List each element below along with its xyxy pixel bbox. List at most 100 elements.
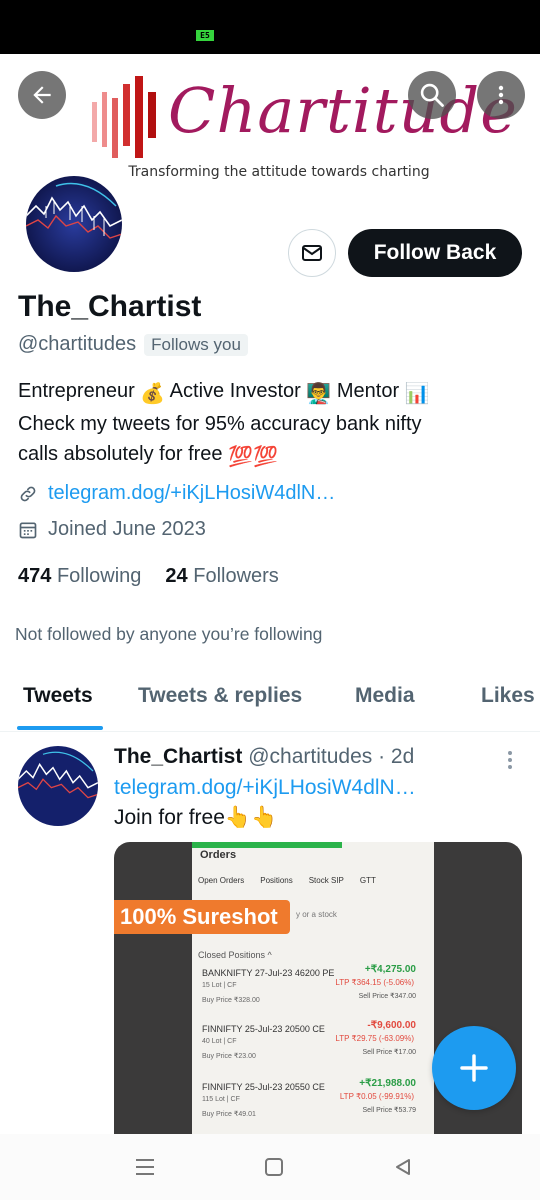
position-ltp: LTP ₹0.05 (-99.91%) <box>339 1092 414 1101</box>
home-button[interactable] <box>259 1154 289 1180</box>
tab-tweets-replies[interactable]: Tweets & replies <box>138 684 302 708</box>
position-lots: 115 Lot | CF <box>202 1096 240 1103</box>
position-pnl: +₹4,275.00 <box>364 964 416 975</box>
bar-chart-icon: 📊 <box>404 383 430 405</box>
tweet-author-name[interactable]: The_Chartist <box>114 745 242 768</box>
system-nav-bar <box>0 1134 540 1200</box>
position-buy-price: Buy Price ₹49.01 <box>202 1111 256 1118</box>
tweet-link[interactable]: telegram.dog/+iKjLHosiW4dlN… <box>114 776 416 800</box>
orders-tab: GTT <box>359 876 376 885</box>
triangle-back-icon <box>396 1159 410 1175</box>
money-bag-icon: 💰 <box>140 383 166 405</box>
position-row: BANKNIFTY 27-Jul-23 46200 PE +₹4,275.00 … <box>202 964 422 1016</box>
position-lots: 15 Lot | CF <box>202 982 237 989</box>
closed-positions-heading: Closed Positions ^ <box>198 950 272 960</box>
joined-row: Joined June 2023 <box>18 518 206 541</box>
square-icon <box>265 1158 283 1176</box>
tab-media[interactable]: Media <box>355 684 415 708</box>
tab-likes[interactable]: Likes <box>481 684 535 708</box>
chart-avatar-image <box>26 176 122 272</box>
positions-screenshot: Orders Open Orders Positions Stock SIP G… <box>192 842 434 1134</box>
stock-search-hint: y or a stock <box>296 910 337 919</box>
not-followed-notice: Not followed by anyone you’re following <box>15 624 323 644</box>
joined-date: Joined June 2023 <box>48 518 206 540</box>
position-sell-price: Sell Price ₹53.79 <box>362 1107 416 1114</box>
position-name: BANKNIFTY 27-Jul-23 46200 PE <box>202 968 335 978</box>
position-pnl: +₹21,988.00 <box>359 1078 416 1089</box>
compose-tweet-button[interactable] <box>432 1026 516 1110</box>
mail-icon <box>302 245 322 261</box>
position-ltp: LTP ₹29.75 (-63.09%) <box>335 1034 414 1043</box>
position-buy-price: Buy Price ₹328.00 <box>202 997 260 1004</box>
search-icon <box>420 83 444 107</box>
tweet-text: Join for free👆👆 <box>114 806 277 830</box>
status-bar: E5 <box>0 0 540 54</box>
orders-tab: Stock SIP <box>308 876 344 885</box>
tweet-header: The_Chartist @chartitudes · 2d <box>114 745 414 769</box>
chart-avatar-image <box>18 746 98 826</box>
tweet-text-body: Join for free <box>114 806 225 829</box>
orders-tabs: Open Orders Positions Stock SIP GTT <box>198 876 376 885</box>
bio-line-3: calls absolutely for free <box>18 443 223 465</box>
tab-tweets[interactable]: Tweets <box>23 684 93 708</box>
search-button[interactable] <box>408 71 456 119</box>
teacher-icon: 👨‍🏫 <box>306 383 332 405</box>
profile-link[interactable]: telegram.dog/+iKjLHosiW4dlN… <box>48 482 335 505</box>
back-button[interactable] <box>18 71 66 119</box>
following-count: 474 <box>18 565 52 587</box>
followers-link[interactable]: 24 Followers <box>165 565 278 588</box>
arrow-left-icon <box>33 86 51 104</box>
tweet-avatar[interactable] <box>18 746 98 826</box>
recent-apps-button[interactable] <box>130 1154 160 1180</box>
plus-icon <box>460 1054 488 1082</box>
more-vertical-icon <box>498 85 504 105</box>
position-buy-price: Buy Price ₹23.00 <box>202 1053 256 1060</box>
bio-mentor: Mentor <box>336 380 400 402</box>
profile-display-name: The_Chartist <box>18 290 202 323</box>
calendar-icon <box>19 522 37 538</box>
profile-avatar[interactable] <box>22 172 126 276</box>
orders-title: Orders <box>200 849 237 861</box>
orders-tab: Positions <box>260 876 293 885</box>
position-name: FINNIFTY 25-Jul-23 20550 CE <box>202 1082 325 1092</box>
tweet-more-icon[interactable] <box>500 748 520 772</box>
link-icon <box>20 486 36 501</box>
profile-bio: Entrepreneur 💰 Active Investor 👨‍🏫 Mento… <box>18 376 518 472</box>
bio-line-2: Check my tweets for 95% accuracy bank ni… <box>18 413 422 435</box>
menu-icon <box>136 1159 154 1175</box>
position-name: FINNIFTY 25-Jul-23 20500 CE <box>202 1024 325 1034</box>
logo-bars-icon <box>92 76 156 158</box>
follow-back-button[interactable]: Follow Back <box>348 229 522 277</box>
position-pnl: -₹9,600.00 <box>367 1020 416 1031</box>
position-ltp: LTP ₹364.15 (-5.06%) <box>335 978 414 987</box>
battery-icon: E5 <box>196 30 214 41</box>
position-row: FINNIFTY 25-Jul-23 20550 CE +₹21,988.00 … <box>202 1078 422 1130</box>
back-nav-button[interactable] <box>388 1154 418 1180</box>
position-row: FINNIFTY 25-Jul-23 20500 CE -₹9,600.00 4… <box>202 1020 422 1072</box>
profile-handle: @chartitudes <box>18 333 137 355</box>
position-sell-price: Sell Price ₹347.00 <box>358 993 416 1000</box>
active-tab-indicator <box>17 726 103 730</box>
follows-you-badge: Follows you <box>144 333 248 356</box>
pointing-up-icon: 👆👆 <box>224 806 278 829</box>
hundred-points-icon: 💯💯 <box>228 446 278 468</box>
position-sell-price: Sell Price ₹17.00 <box>362 1049 416 1056</box>
progress-strip <box>192 842 342 848</box>
message-button[interactable] <box>288 229 336 277</box>
follow-counts: 474 Following 24 Followers <box>18 565 279 588</box>
bio-entrepreneur: Entrepreneur <box>18 380 135 402</box>
followers-count: 24 <box>165 565 188 587</box>
bio-active-investor: Active Investor <box>169 380 301 402</box>
handle-row: @chartitudes Follows you <box>18 333 248 356</box>
following-label: Following <box>56 565 142 587</box>
followers-label: Followers <box>193 565 279 587</box>
profile-tabs: Tweets Tweets & replies Media Likes <box>0 670 540 732</box>
following-link[interactable]: 474 Following <box>18 565 141 588</box>
position-lots: 40 Lot | CF <box>202 1038 237 1045</box>
orders-tab: Open Orders <box>198 876 245 885</box>
sureshot-label: 100% Sureshot <box>114 900 290 934</box>
tweet-handle-time: @chartitudes · 2d <box>248 745 415 768</box>
more-options-button[interactable] <box>477 71 525 119</box>
brand-logo: Chartitude <box>168 74 518 147</box>
profile-link-row[interactable]: telegram.dog/+iKjLHosiW4dlN… <box>18 482 335 505</box>
